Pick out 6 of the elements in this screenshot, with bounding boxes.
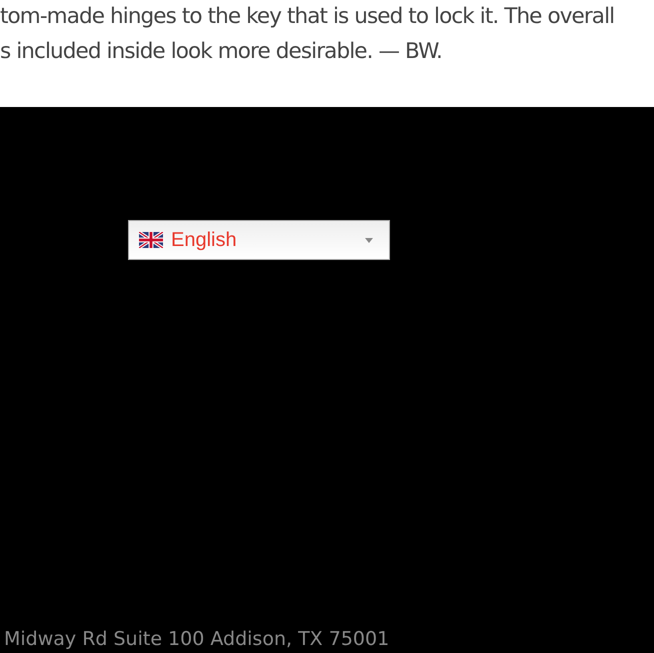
caret-icon <box>365 238 373 242</box>
language-dropdown[interactable]: English <box>128 220 390 260</box>
article-text: tom-made hinges to the key that is used to lock it. The overall <box>0 3 614 31</box>
flag-icon <box>139 232 163 248</box>
article-text: s included inside look more desirable. — BW. <box>0 38 442 66</box>
address-text: Midway Rd Suite 100 Addison, TX 75001 <box>4 627 390 651</box>
